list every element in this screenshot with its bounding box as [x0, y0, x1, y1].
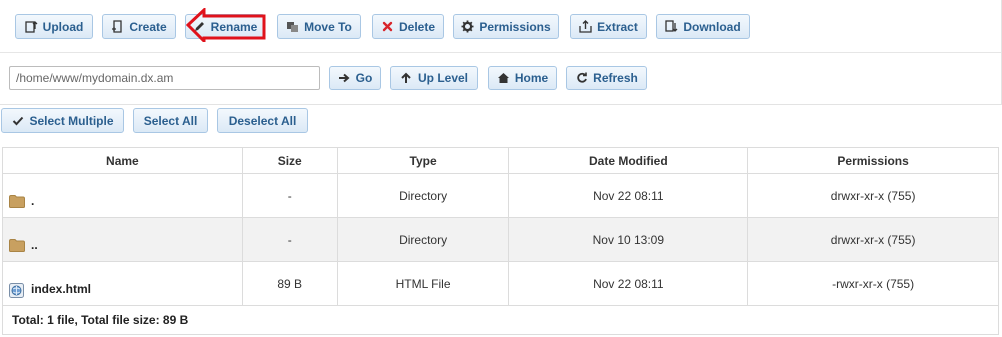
gear-icon	[461, 20, 474, 33]
column-header-name[interactable]: Name	[2, 147, 243, 174]
column-header-size[interactable]: Size	[241, 147, 338, 174]
move-files-icon	[286, 20, 299, 33]
pencil-icon	[193, 20, 206, 33]
rename-label: Rename	[210, 19, 258, 34]
up-level-label: Up Level	[417, 71, 468, 85]
move-to-button[interactable]: Move To	[277, 14, 361, 39]
table-row[interactable]: . - Directory Nov 22 08:11 drwxr-xr-x (7…	[2, 173, 999, 218]
folder-icon	[9, 195, 25, 208]
upload-button[interactable]: Upload	[15, 14, 93, 39]
table-header-row: Name Size Type Date Modified Permissions	[2, 147, 999, 174]
table-row[interactable]: .. - Directory Nov 10 13:09 drwxr-xr-x (…	[2, 217, 999, 262]
close-icon	[381, 20, 394, 33]
create-icon	[111, 20, 124, 33]
deselect-all-label: Deselect All	[228, 113, 297, 128]
table-summary: Total: 1 file, Total file size: 89 B	[2, 305, 999, 335]
refresh-button[interactable]: Refresh	[566, 66, 647, 90]
extract-label: Extract	[597, 19, 638, 34]
create-label: Create	[129, 19, 167, 34]
select-multiple-button[interactable]: Select Multiple	[1, 108, 124, 133]
permissions-label: Permissions	[479, 19, 551, 34]
select-all-label: Select All	[143, 113, 198, 128]
up-level-button[interactable]: Up Level	[390, 66, 478, 90]
rename-button[interactable]: Rename	[185, 14, 265, 39]
download-label: Download	[683, 19, 741, 34]
home-icon	[497, 72, 510, 85]
refresh-label: Refresh	[593, 71, 638, 85]
go-button[interactable]: Go	[329, 66, 381, 90]
html-file-icon	[9, 283, 25, 298]
checkmark-icon	[11, 114, 24, 127]
move-to-label: Move To	[304, 19, 352, 34]
name-cell[interactable]: index.html	[2, 261, 243, 306]
select-multiple-label: Select Multiple	[29, 113, 114, 128]
delete-button[interactable]: Delete	[372, 14, 444, 39]
go-label: Go	[355, 71, 373, 85]
home-label: Home	[514, 71, 549, 85]
folder-icon	[9, 239, 25, 252]
arrow-up-icon	[400, 72, 413, 85]
file-name[interactable]: ..	[31, 238, 38, 252]
path-input[interactable]: /home/www/mydomain.dx.am	[9, 66, 320, 90]
extract-icon	[579, 20, 592, 33]
permissions-cell: -rwxr-xr-x (755)	[747, 261, 999, 306]
size-cell: -	[241, 173, 338, 218]
size-cell: -	[241, 217, 338, 262]
column-header-date[interactable]: Date Modified	[508, 147, 749, 174]
download-button[interactable]: Download	[656, 14, 750, 39]
delete-label: Delete	[398, 19, 436, 34]
create-button[interactable]: Create	[102, 14, 176, 39]
refresh-icon	[575, 72, 588, 85]
select-all-button[interactable]: Select All	[133, 108, 208, 133]
file-table: Name Size Type Date Modified Permissions…	[2, 147, 999, 306]
file-name[interactable]: .	[31, 194, 34, 208]
type-cell: HTML File	[336, 261, 510, 306]
deselect-all-button[interactable]: Deselect All	[217, 108, 308, 133]
permissions-button[interactable]: Permissions	[453, 14, 559, 39]
arrow-right-icon	[338, 72, 351, 85]
type-cell: Directory	[336, 217, 510, 262]
date-cell: Nov 10 13:09	[508, 217, 749, 262]
permissions-cell: drwxr-xr-x (755)	[747, 217, 999, 262]
name-cell[interactable]: ..	[2, 217, 243, 262]
date-cell: Nov 22 08:11	[508, 173, 749, 218]
table-row[interactable]: index.html 89 B HTML File Nov 22 08:11 -…	[2, 261, 999, 306]
size-cell: 89 B	[241, 261, 338, 306]
column-header-type[interactable]: Type	[336, 147, 510, 174]
name-cell[interactable]: .	[2, 173, 243, 218]
type-cell: Directory	[336, 173, 510, 218]
upload-icon	[25, 20, 38, 33]
extract-button[interactable]: Extract	[570, 14, 647, 39]
toolbar-divider	[0, 52, 1001, 53]
home-button[interactable]: Home	[488, 66, 557, 90]
download-icon	[665, 20, 678, 33]
date-cell: Nov 22 08:11	[508, 261, 749, 306]
file-name[interactable]: index.html	[31, 282, 91, 296]
upload-label: Upload	[42, 19, 84, 34]
column-header-permissions[interactable]: Permissions	[747, 147, 999, 174]
permissions-cell: drwxr-xr-x (755)	[747, 173, 999, 218]
